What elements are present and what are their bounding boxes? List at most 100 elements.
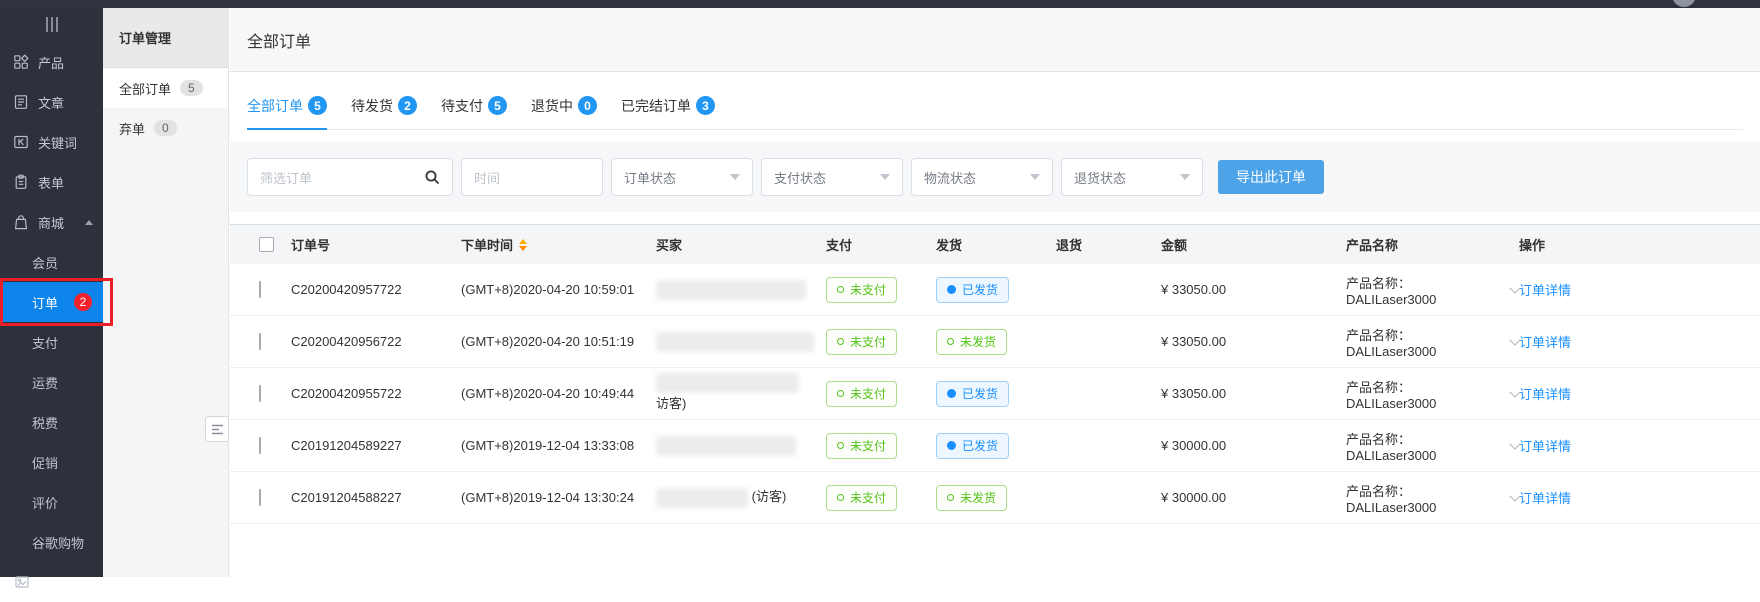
sidebar-collapse-icon[interactable] [0,13,103,35]
row-checkbox[interactable] [259,333,261,350]
article-icon [13,94,29,110]
row-checkbox[interactable] [259,437,261,454]
order-nav-item-全部订单[interactable]: 全部订单 5 [103,68,228,108]
sidebar-item-label: 关键词 [38,133,77,152]
sidebar-subitem-谷歌购物[interactable]: 谷歌购物 [0,522,103,562]
sort-control[interactable] [519,239,527,251]
ship-status-badge: 已发货 [936,277,1009,303]
status-dot-icon [947,285,956,294]
order-detail-link[interactable]: 订单详情 [1519,283,1571,298]
sidebar-subitem-clipped[interactable] [0,562,103,602]
tab-已完结订单[interactable]: 已完结订单 3 [621,94,715,129]
column-header-label: 产品名称 [1346,235,1398,254]
sidebar-item-产品[interactable]: 产品 [0,42,103,82]
table-row: C20200420955722 (GMT+8)2020-04-20 10:49:… [230,368,1760,420]
row-checkbox[interactable] [259,281,261,298]
row-checkbox[interactable] [259,385,261,402]
sidebar-item-label: 商城 [38,213,64,232]
status-dot-icon [837,390,844,397]
status-dot-icon [837,494,844,501]
order-detail-link[interactable]: 订单详情 [1519,387,1571,402]
mall-bag-icon [13,214,29,230]
sidebar-subitem-label: 税费 [32,413,58,432]
filter-select-label: 退货状态 [1074,168,1126,187]
pay-status-badge: 未支付 [826,277,897,303]
status-dot-icon [947,441,956,450]
sidebar-subitem-label: 评价 [32,493,58,512]
form-icon [13,174,29,190]
panel-toggle-button[interactable] [205,416,229,442]
sidebar-subitem-评价[interactable]: 评价 [0,482,103,522]
select-return-status[interactable]: 退货状态 [1061,158,1203,196]
table-row: C20191204588227 (GMT+8)2019-12-04 13:30:… [230,472,1760,524]
user-avatar[interactable] [1672,0,1696,7]
tab-全部订单[interactable]: 全部订单 5 [247,94,327,129]
product-name: 产品名称：DALILaser3000 [1346,377,1493,411]
order-nav-panel: 订单管理 全部订单 5 弃单 0 [103,8,229,577]
tab-待支付[interactable]: 待支付 5 [441,94,507,129]
select-all-checkbox[interactable] [259,237,274,252]
order-nav-item-弃单[interactable]: 弃单 0 [103,108,228,148]
column-header-退货: 退货 [1056,235,1161,254]
sidebar-subitem-促销[interactable]: 促销 [0,442,103,482]
order-detail-link[interactable]: 订单详情 [1519,335,1571,350]
column-header-label: 退货 [1056,235,1082,254]
select-order-status[interactable]: 订单状态 [611,158,753,196]
table-header-row: 订单号 下单时间 买家 支付 发货 退货 金额 产品名称 操作 [230,224,1760,264]
search-placeholder: 筛选订单 [260,168,312,187]
column-header-下单时间: 下单时间 [461,235,656,254]
status-dot-icon [947,338,954,345]
order-detail-link[interactable]: 订单详情 [1519,439,1571,454]
notification-badge: 2 [74,293,92,311]
table-row: C20200420957722 (GMT+8)2020-04-20 10:59:… [230,264,1760,316]
order-amount: ¥ 33050.00 [1161,282,1346,297]
filter-toolbar: 筛选订单 时间 订单状态 支付状态 物流状态 退货状态 导出此订单 [230,142,1760,212]
export-orders-button[interactable]: 导出此订单 [1218,160,1324,194]
top-navbar [0,0,1760,8]
tab-label: 已完结订单 [621,96,691,116]
order-number: C20191204589227 [291,438,461,453]
sidebar-item-表单[interactable]: 表单 [0,162,103,202]
column-header-label: 订单号 [291,235,330,254]
sidebar-subitem-支付[interactable]: 支付 [0,322,103,362]
row-checkbox[interactable] [259,489,261,506]
tab-待发货[interactable]: 待发货 2 [351,94,417,129]
primary-sidebar: 产品 文章 关键词 表单 商城 会员 订单 2 支付 运费 税费 [0,0,103,577]
table-row: C20191204589227 (GMT+8)2019-12-04 13:33:… [230,420,1760,472]
table-body: C20200420957722 (GMT+8)2020-04-20 10:59:… [230,264,1760,524]
search-input[interactable]: 筛选订单 [247,158,453,196]
sidebar-menu: 产品 文章 关键词 表单 商城 会员 订单 2 支付 运费 税费 [0,42,103,602]
product-name: 产品名称：DALILaser3000 [1346,273,1493,307]
caret-up-icon [85,220,93,225]
order-time: (GMT+8)2020-04-20 10:51:19 [461,334,656,349]
sidebar-subitem-会员[interactable]: 会员 [0,242,103,282]
product-name: 产品名称：DALILaser3000 [1346,481,1493,515]
page-title: 全部订单 [247,28,311,52]
ship-status-label: 未发货 [960,333,996,350]
picture-icon [14,574,30,590]
search-icon[interactable] [424,169,440,185]
time-input[interactable]: 时间 [461,158,603,196]
status-dot-icon [837,442,844,449]
sidebar-item-label: 产品 [38,53,64,72]
buyer-redacted [656,373,799,393]
order-nav-title: 订单管理 [103,8,228,68]
sidebar-subitem-订单[interactable]: 订单 2 [0,282,103,322]
sidebar-item-商城[interactable]: 商城 [0,202,103,242]
order-time: (GMT+8)2019-12-04 13:33:08 [461,438,656,453]
order-nav-item-label: 弃单 [119,119,145,138]
select-logistics-status[interactable]: 物流状态 [911,158,1053,196]
sidebar-subitem-运费[interactable]: 运费 [0,362,103,402]
order-detail-link[interactable]: 订单详情 [1519,491,1571,506]
sidebar-item-关键词[interactable]: 关键词 [0,122,103,162]
select-pay-status[interactable]: 支付状态 [761,158,903,196]
status-dot-icon [947,494,954,501]
sidebar-item-文章[interactable]: 文章 [0,82,103,122]
caret-down-icon [1030,174,1040,180]
tab-count-badge: 2 [398,96,417,115]
tab-退货中[interactable]: 退货中 0 [531,94,597,129]
sidebar-subitem-税费[interactable]: 税费 [0,402,103,442]
column-header-操作: 操作 [1519,235,1760,254]
order-time: (GMT+8)2019-12-04 13:30:24 [461,490,656,505]
order-amount: ¥ 33050.00 [1161,386,1346,401]
